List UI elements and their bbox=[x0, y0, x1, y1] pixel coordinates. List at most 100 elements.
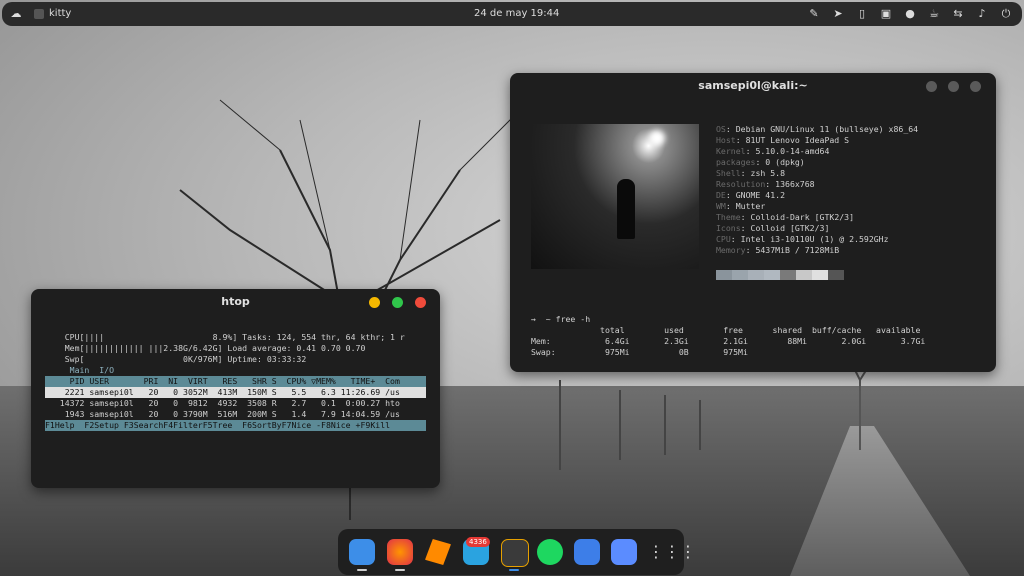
info-row: Resolution: 1366x768 bbox=[716, 179, 918, 190]
streetlamp-glow bbox=[649, 130, 665, 146]
screenshot-icon[interactable]: ▣ bbox=[880, 8, 892, 20]
info-value: 0 (dpkg) bbox=[765, 157, 805, 167]
app-grid-icon[interactable]: ⋮⋮⋮ bbox=[648, 539, 696, 565]
maximize-button[interactable] bbox=[392, 297, 403, 308]
settings-icon[interactable] bbox=[574, 539, 600, 565]
info-row: Host: 81UT Lenovo IdeaPad S bbox=[716, 135, 918, 146]
info-key: CPU bbox=[716, 234, 731, 244]
htop-tabs[interactable]: Main I/O bbox=[45, 365, 426, 376]
shell-prompt: → ~ free -h bbox=[531, 314, 591, 324]
color-swatch bbox=[828, 270, 844, 280]
info-row: WM: Mutter bbox=[716, 201, 918, 212]
running-indicator bbox=[357, 569, 367, 571]
info-separator: : bbox=[735, 135, 746, 145]
telegram-icon[interactable]: ➤ bbox=[832, 8, 844, 20]
close-button[interactable] bbox=[415, 297, 426, 308]
system-tray: ✎ ➤ ▯ ▣ ● ☕ ⇆ ♪ ⏻ bbox=[808, 2, 1012, 26]
info-key: WM bbox=[716, 201, 726, 211]
table-row[interactable]: 1943 samsepi0l 20 0 3790M 516M 200M S 1.… bbox=[45, 409, 426, 420]
info-value: zsh 5.8 bbox=[750, 168, 786, 178]
files-icon[interactable] bbox=[349, 539, 375, 565]
info-value: Mutter bbox=[735, 201, 766, 211]
firefox-icon[interactable] bbox=[387, 539, 413, 565]
htop-titlebar[interactable]: htop bbox=[31, 289, 440, 315]
color-swatch bbox=[764, 270, 780, 280]
system-info: OS: Debian GNU/Linux 11 (bullseye) x86_6… bbox=[716, 124, 918, 256]
network-icon[interactable]: ⇆ bbox=[952, 8, 964, 20]
free-row-mem: Mem: 6.4Gi 2.3Gi 2.1Gi 88Mi 2.0Gi 3.7Gi bbox=[531, 336, 926, 346]
color-swatch bbox=[716, 270, 732, 280]
info-key: Host bbox=[716, 135, 736, 145]
running-indicator bbox=[509, 569, 519, 571]
info-separator: : bbox=[730, 234, 741, 244]
info-row: Memory: 5437MiB / 7128MiB bbox=[716, 245, 918, 256]
info-row: CPU: Intel i3-10110U (1) @ 2.592GHz bbox=[716, 234, 918, 245]
info-row: packages: 0 (dpkg) bbox=[716, 157, 918, 168]
person-silhouette bbox=[617, 179, 635, 239]
info-separator: : bbox=[725, 201, 736, 211]
info-row: DE: GNOME 41.2 bbox=[716, 190, 918, 201]
info-separator: : bbox=[765, 179, 776, 189]
active-app-name[interactable]: kitty bbox=[49, 2, 71, 26]
table-row[interactable]: 2221 samsepi0l 20 0 3052M 413M 150M S 5.… bbox=[45, 387, 426, 398]
color-swatch bbox=[732, 270, 748, 280]
info-row: OS: Debian GNU/Linux 11 (bullseye) x86_6… bbox=[716, 124, 918, 135]
info-value: Colloid-Dark [GTK2/3] bbox=[750, 212, 855, 222]
info-value: 5437MiB / 7128MiB bbox=[755, 245, 840, 255]
running-indicator bbox=[395, 569, 405, 571]
info-separator: : bbox=[725, 124, 736, 134]
info-separator: : bbox=[745, 245, 756, 255]
free-output: → ~ free -h total used free shared buff/… bbox=[531, 303, 925, 380]
swap-meter: Swp[ 0K/976M] Uptime: 03:33:32 bbox=[45, 354, 307, 364]
color-swatch bbox=[748, 270, 764, 280]
dock: 4336 ⋮⋮⋮ bbox=[338, 529, 696, 575]
volume-icon[interactable]: ♪ bbox=[976, 8, 988, 20]
table-row[interactable]: 14372 samsepi0l 20 0 9812 4932 3508 R 2.… bbox=[45, 398, 426, 409]
zoom-icon[interactable] bbox=[611, 539, 637, 565]
notification-badge: 4336 bbox=[466, 537, 490, 547]
cloud-icon[interactable]: ☁ bbox=[10, 8, 22, 20]
close-button[interactable] bbox=[970, 81, 981, 92]
info-key: Theme bbox=[716, 212, 741, 222]
sublime-icon[interactable] bbox=[425, 539, 451, 565]
clock[interactable]: 24 de may 19:44 bbox=[474, 2, 559, 26]
window-title: htop bbox=[221, 295, 250, 308]
info-value: Colloid [GTK2/3] bbox=[750, 223, 830, 233]
info-key: Resolution bbox=[716, 179, 766, 189]
terminal-titlebar[interactable]: samsepi0l@kali:~ bbox=[510, 73, 996, 99]
info-separator: : bbox=[725, 190, 736, 200]
fetch-image bbox=[531, 124, 699, 269]
info-key: Shell bbox=[716, 168, 741, 178]
info-separator: : bbox=[755, 157, 766, 167]
process-header[interactable]: PID USER PRI NI VIRT RES SHR S CPU% ▽MEM… bbox=[45, 376, 426, 387]
free-row-swap: Swap: 975Mi 0B 975Mi bbox=[531, 347, 748, 357]
top-bar: ☁ kitty 24 de may 19:44 ✎ ➤ ▯ ▣ ● ☕ ⇆ ♪ … bbox=[2, 2, 1022, 26]
info-value: 5.10.0-14-amd64 bbox=[755, 146, 830, 156]
spotify-icon[interactable] bbox=[537, 539, 563, 565]
cpu-meter: CPU[|||| 8.9%] Tasks: 124, 554 thr, 64 k… bbox=[45, 332, 405, 342]
info-value: 1366x768 bbox=[775, 179, 815, 189]
info-separator: : bbox=[740, 223, 751, 233]
eyedropper-icon[interactable]: ✎ bbox=[808, 8, 820, 20]
info-value: Intel i3-10110U (1) @ 2.592GHz bbox=[740, 234, 889, 244]
toggle-icon[interactable]: ● bbox=[904, 8, 916, 20]
info-key: OS bbox=[716, 124, 726, 134]
clipboard-icon[interactable]: ▯ bbox=[856, 8, 868, 20]
color-swatches bbox=[716, 270, 844, 280]
minimize-button[interactable] bbox=[926, 81, 937, 92]
info-key: Kernel bbox=[716, 146, 746, 156]
info-value: Debian GNU/Linux 11 (bullseye) x86_64 bbox=[735, 124, 919, 134]
terminal-icon[interactable] bbox=[501, 539, 529, 567]
info-value: GNOME 41.2 bbox=[735, 190, 786, 200]
info-value: 81UT Lenovo IdeaPad S bbox=[745, 135, 850, 145]
window-title: samsepi0l@kali:~ bbox=[698, 79, 808, 92]
function-key-bar[interactable]: F1Help F2Setup F3SearchF4FilterF5Tree F6… bbox=[45, 420, 426, 431]
power-icon[interactable]: ⏻ bbox=[1000, 8, 1012, 20]
minimize-button[interactable] bbox=[369, 297, 380, 308]
coffee-icon[interactable]: ☕ bbox=[928, 8, 940, 20]
maximize-button[interactable] bbox=[948, 81, 959, 92]
free-header: total used free shared buff/cache availa… bbox=[531, 325, 921, 335]
htop-window[interactable]: htop CPU[|||| 8.9%] Tasks: 124, 554 thr,… bbox=[31, 289, 440, 488]
info-row: Theme: Colloid-Dark [GTK2/3] bbox=[716, 212, 918, 223]
terminal-window[interactable]: samsepi0l@kali:~ OS: Debian GNU/Linux 11… bbox=[510, 73, 996, 372]
